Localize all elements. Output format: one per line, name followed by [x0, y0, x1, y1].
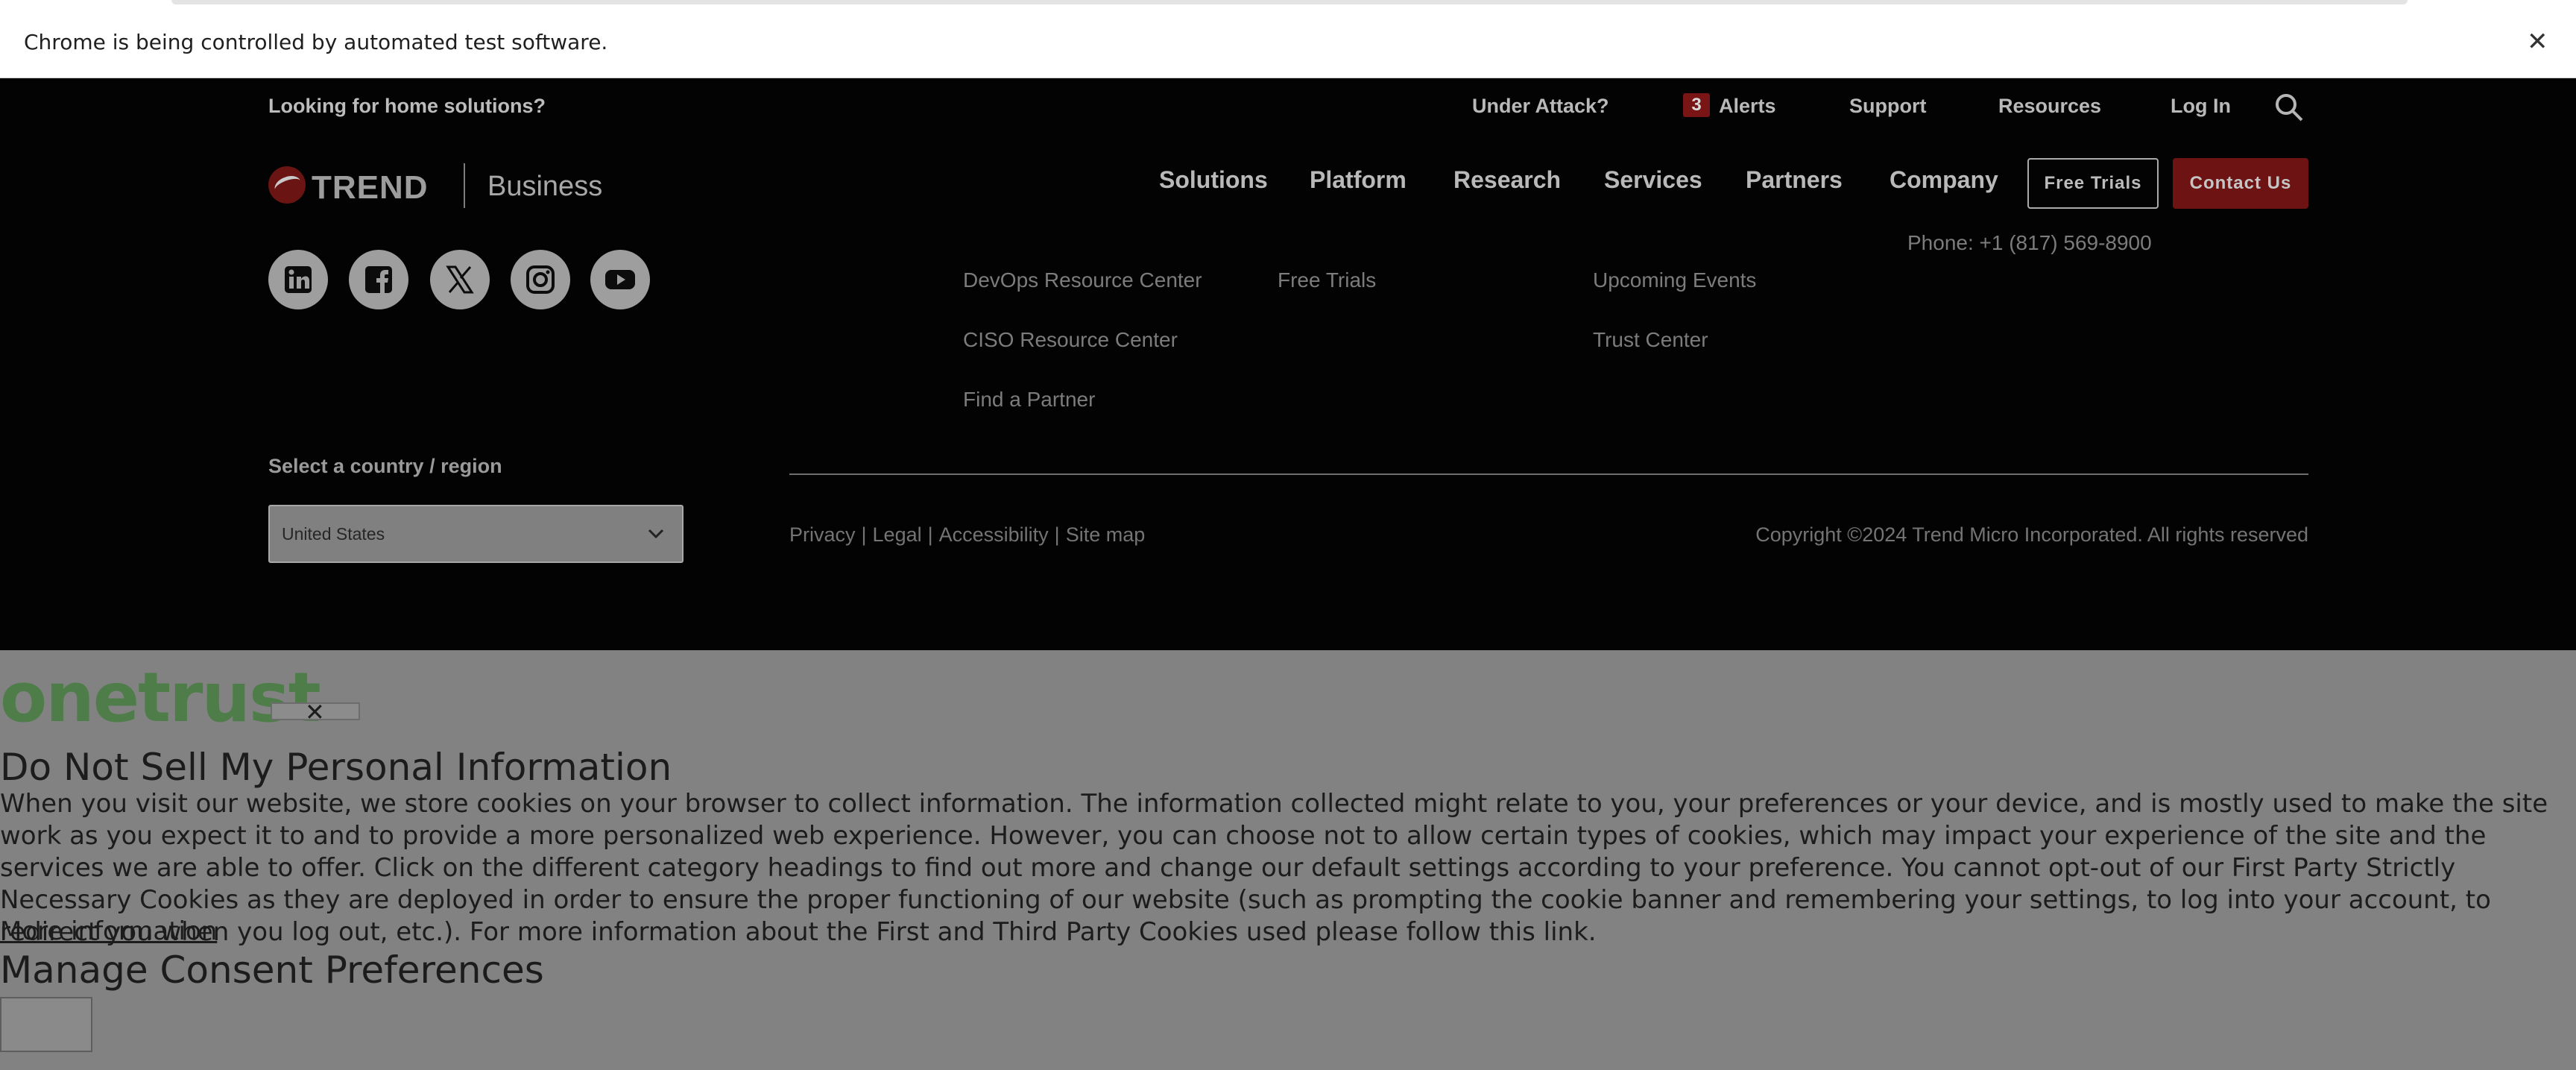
legal-separator: |	[1054, 523, 1060, 546]
panel-title: Do Not Sell My Personal Information	[0, 746, 672, 789]
under-attack-link[interactable]: Under Attack?	[1472, 95, 1609, 118]
logo-divider	[464, 163, 465, 208]
facebook-icon[interactable]	[349, 250, 408, 309]
footer-link-upcoming-events[interactable]: Upcoming Events	[1593, 268, 1756, 292]
footer-link-devops[interactable]: DevOps Resource Center	[963, 268, 1202, 292]
trend-logo-icon	[268, 166, 306, 204]
region-label: Select a country / region	[268, 455, 502, 477]
close-infobar-icon[interactable]: ✕	[2527, 27, 2548, 57]
home-solutions-link[interactable]: Looking for home solutions?	[268, 95, 546, 118]
region-select[interactable]: United States	[268, 505, 684, 563]
nav-solutions[interactable]: Solutions	[1159, 166, 1268, 194]
consent-toggle-box[interactable]	[0, 997, 92, 1052]
footer-link-ciso[interactable]: CISO Resource Center	[963, 328, 1178, 352]
tab-strip-edge	[171, 0, 2408, 4]
nav-services[interactable]: Services	[1604, 166, 1702, 194]
copyright-text: Copyright ©2024 Trend Micro Incorporated…	[1755, 523, 2308, 546]
onetrust-logo: onetrust	[0, 658, 321, 737]
instagram-icon[interactable]	[511, 250, 570, 309]
alerts-count-badge: 3	[1683, 93, 1710, 117]
brand-division: Business	[487, 171, 603, 202]
more-information-link[interactable]: More information	[0, 916, 217, 946]
close-icon: ✕	[305, 698, 325, 726]
footer-link-find-partner[interactable]: Find a Partner	[963, 388, 1095, 412]
alerts-link[interactable]: Alerts	[1719, 95, 1776, 118]
manage-consent-heading: Manage Consent Preferences	[0, 948, 544, 992]
chevron-down-icon	[648, 529, 664, 539]
x-icon[interactable]	[430, 250, 490, 309]
sitemap-link[interactable]: Site map	[1066, 523, 1146, 546]
legal-links: Privacy | Legal | Accessibility | Site map	[789, 523, 1145, 547]
resources-link[interactable]: Resources	[1998, 95, 2101, 118]
search-icon[interactable]	[2273, 92, 2305, 123]
accessibility-link[interactable]: Accessibility	[939, 523, 1049, 546]
legal-link[interactable]: Legal	[873, 523, 922, 546]
legal-separator: |	[861, 523, 867, 546]
nav-company[interactable]: Company	[1890, 166, 1998, 194]
legal-separator: |	[927, 523, 933, 546]
close-panel-button[interactable]: ✕	[271, 698, 360, 726]
region-selected-value: United States	[282, 524, 385, 544]
support-link[interactable]: Support	[1849, 95, 1926, 118]
linkedin-icon[interactable]	[268, 250, 328, 309]
footer-phone: Phone: +1 (817) 569-8900	[1907, 231, 2152, 254]
brand-name: TREND	[312, 169, 429, 206]
footer-link-trust-center[interactable]: Trust Center	[1593, 328, 1708, 352]
nav-platform[interactable]: Platform	[1310, 166, 1407, 194]
youtube-icon[interactable]	[590, 250, 650, 309]
free-trials-button[interactable]: Free Trials	[2027, 158, 2159, 209]
panel-description: When you visit our website, we store coo…	[0, 789, 2548, 947]
privacy-link[interactable]: Privacy	[789, 523, 856, 546]
footer-divider	[789, 473, 2308, 475]
nav-partners[interactable]: Partners	[1746, 166, 1843, 194]
nav-research[interactable]: Research	[1453, 166, 1561, 194]
contact-us-button[interactable]: Contact Us	[2173, 158, 2308, 209]
login-link[interactable]: Log In	[2171, 95, 2231, 118]
automation-message: Chrome is being controlled by automated …	[24, 30, 608, 54]
onetrust-preference-panel: onetrust ✕ Do Not Sell My Personal Infor…	[0, 650, 2576, 1070]
automation-infobar: Chrome is being controlled by automated …	[0, 0, 2576, 78]
site-header-footer: Looking for home solutions? Under Attack…	[0, 78, 2576, 650]
footer-link-free-trials[interactable]: Free Trials	[1278, 268, 1376, 292]
